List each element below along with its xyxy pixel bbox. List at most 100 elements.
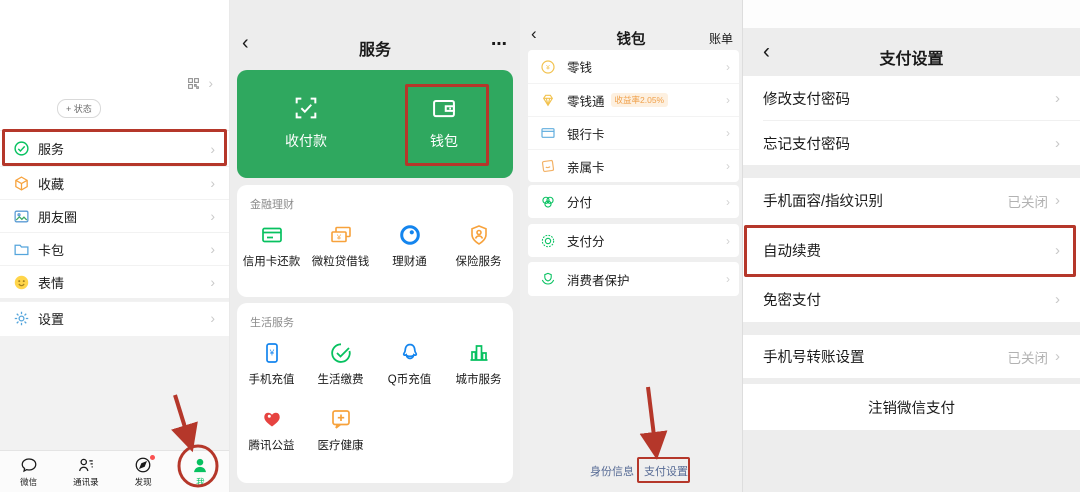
service-mobile-topup[interactable]: ¥ 手机充值 — [237, 341, 306, 387]
section-title: 金融理财 — [250, 199, 294, 211]
background-fill — [0, 336, 229, 450]
tab-chats[interactable]: 微信 — [0, 451, 57, 492]
bills-button[interactable]: 账单 — [709, 30, 733, 47]
finance-section-card: 金融理财 信用卡还款 ¥ 微粒贷借钱 理财通 保险服务 — [237, 185, 513, 297]
heart-icon — [263, 412, 280, 427]
chevron-right-icon[interactable]: › — [208, 76, 213, 90]
chevron-right-icon: › — [726, 59, 730, 74]
settings-group-transfer: 手机号转账设置 已关闭 › — [743, 335, 1080, 378]
bottom-tab-bar: 微信 通讯录 发现 我 — [0, 450, 229, 492]
service-utilities[interactable]: 生活缴费 — [306, 341, 375, 387]
panel-pay-settings: ‹ 支付设置 修改支付密码 › 忘记支付密码 › 手机面容/指纹识别 已关闭 ›… — [742, 0, 1080, 492]
service-qcoin-topup[interactable]: Q币充值 — [375, 341, 444, 387]
service-tencent-charity[interactable]: 腾讯公益 — [237, 407, 306, 453]
menu-item-cards[interactable]: 卡包 › — [0, 232, 229, 265]
licaitong-icon — [399, 225, 420, 245]
row-label: 手机号转账设置 — [763, 350, 865, 366]
service-medical-health[interactable]: 医疗健康 — [306, 407, 375, 453]
row-face-fingerprint[interactable]: 手机面容/指纹识别 已关闭 › — [743, 178, 1080, 223]
life-grid-row-2: 腾讯公益 医疗健康 — [237, 407, 513, 453]
chevron-right-icon: › — [726, 126, 730, 140]
service-label: 信用卡还款 — [242, 256, 301, 268]
menu-item-label: 收藏 — [38, 176, 65, 192]
more-icon[interactable]: ⋯ — [491, 34, 508, 54]
wallet-header: ‹ 钱包 账单 — [520, 22, 742, 50]
row-forgot-pay-password[interactable]: 忘记支付密码 › — [743, 121, 1080, 165]
row-label: 零钱 — [567, 61, 593, 75]
row-auto-renewal[interactable]: 自动续费 › — [743, 223, 1080, 277]
wallet-row-bank-cards[interactable]: 银行卡 › — [528, 116, 739, 149]
tab-discover[interactable]: 发现 — [115, 451, 172, 492]
wallet-button[interactable]: 钱包 — [375, 70, 513, 178]
hands-shield-icon — [541, 272, 555, 285]
row-label: 分付 — [567, 196, 593, 210]
chevron-right-icon: › — [210, 175, 215, 191]
life-grid-row-1: ¥ 手机充值 生活缴费 Q币充值 城市服务 — [237, 341, 513, 387]
identity-info-link[interactable]: 身份信息 — [590, 463, 634, 479]
menu-item-label: 朋友圈 — [38, 209, 78, 225]
penguin-icon — [402, 343, 417, 360]
menu-item-favorites[interactable]: 收藏 › — [0, 166, 229, 199]
banknotes-icon: ¥ — [330, 226, 351, 243]
menu-item-settings[interactable]: 设置 › — [0, 301, 229, 334]
service-weilidai-loan[interactable]: ¥ 微粒贷借钱 — [306, 223, 375, 269]
service-licaitong[interactable]: 理财通 — [375, 223, 444, 269]
chevron-right-icon: › — [1055, 134, 1060, 152]
card-wallet-icon — [14, 244, 29, 255]
wallet-footer-links: 身份信息 支付设置 — [590, 463, 688, 479]
wallet-row-lingqiantong[interactable]: 零钱通 收益率2.05% › — [528, 83, 739, 116]
chevron-right-icon: › — [210, 310, 215, 326]
menu-item-label: 服务 — [38, 142, 65, 157]
service-label: Q币充值 — [387, 374, 432, 386]
row-label: 亲属卡 — [567, 160, 605, 175]
me-menu: 服务 › 收藏 › 朋友圈 › 卡包 › 表情 › 设置 › — [0, 130, 229, 334]
wallet-row-consumer-protection[interactable]: 消费者保护 › — [528, 262, 739, 296]
settings-group-payment: 手机面容/指纹识别 已关闭 › 自动续费 › 免密支付 › — [743, 178, 1080, 322]
service-label: 手机充值 — [248, 374, 295, 386]
shield-person-icon — [470, 225, 487, 245]
service-label: 医疗健康 — [317, 440, 364, 452]
credit-card-icon — [261, 227, 282, 243]
chevron-right-icon: › — [1055, 192, 1060, 209]
chevron-right-icon: › — [210, 140, 215, 157]
menu-item-stickers[interactable]: 表情 › — [0, 265, 229, 298]
service-label: 城市服务 — [455, 374, 502, 386]
service-insurance[interactable]: 保险服务 — [444, 223, 513, 269]
contacts-icon — [77, 456, 95, 474]
wallet-group-main: ¥ 零钱 › 零钱通 收益率2.05% › 银行卡 › 亲属卡 › — [528, 50, 739, 182]
service-credit-card-repay[interactable]: 信用卡还款 — [237, 223, 306, 269]
row-label: 零钱通 — [567, 94, 605, 109]
deactivate-wechat-pay-button[interactable]: 注销微信支付 — [743, 384, 1080, 430]
tab-contacts[interactable]: 通讯录 — [57, 451, 114, 492]
finance-grid: 信用卡还款 ¥ 微粒贷借钱 理财通 保险服务 — [237, 223, 513, 269]
service-city-services[interactable]: 城市服务 — [444, 341, 513, 387]
tab-me[interactable]: 我 — [172, 451, 229, 492]
row-label: 银行卡 — [567, 127, 605, 142]
gear-icon — [14, 311, 29, 325]
status-bar-area — [743, 0, 1080, 28]
row-change-pay-password[interactable]: 修改支付密码 › — [743, 76, 1080, 120]
wallet-row-fenfu[interactable]: 分付 › — [528, 185, 739, 218]
menu-item-label: 卡包 — [38, 242, 65, 258]
pay-settings-header: ‹ 支付设置 — [743, 28, 1080, 76]
hero-label: 收付款 — [285, 133, 327, 149]
qr-code-icon[interactable] — [187, 77, 200, 90]
wallet-row-balance[interactable]: ¥ 零钱 › — [528, 50, 739, 83]
pay-settings-link[interactable]: 支付设置 — [644, 463, 688, 479]
wallet-group-consumer: 消费者保护 › — [528, 262, 739, 296]
compass-icon — [134, 454, 156, 474]
row-phone-transfer-settings[interactable]: 手机号转账设置 已关闭 › — [743, 335, 1080, 378]
tab-label: 发现 — [134, 476, 152, 487]
chevron-right-icon: › — [1055, 348, 1060, 365]
wallet-row-family-card[interactable]: 亲属卡 › — [528, 149, 739, 182]
notification-dot — [150, 454, 156, 460]
menu-item-services[interactable]: 服务 › — [0, 130, 229, 166]
services-header: ‹ 服务 ⋯ — [230, 30, 520, 64]
receive-pay-button[interactable]: 收付款 — [237, 70, 375, 178]
menu-item-moments[interactable]: 朋友圈 › — [0, 199, 229, 232]
row-password-free-pay[interactable]: 免密支付 › — [743, 277, 1080, 322]
status-pill-button[interactable]: + 状态 — [57, 99, 101, 118]
wallet-row-pay-score[interactable]: 支付分 › — [528, 224, 739, 257]
row-label: 忘记支付密码 — [763, 136, 850, 153]
services-icon — [14, 141, 29, 156]
